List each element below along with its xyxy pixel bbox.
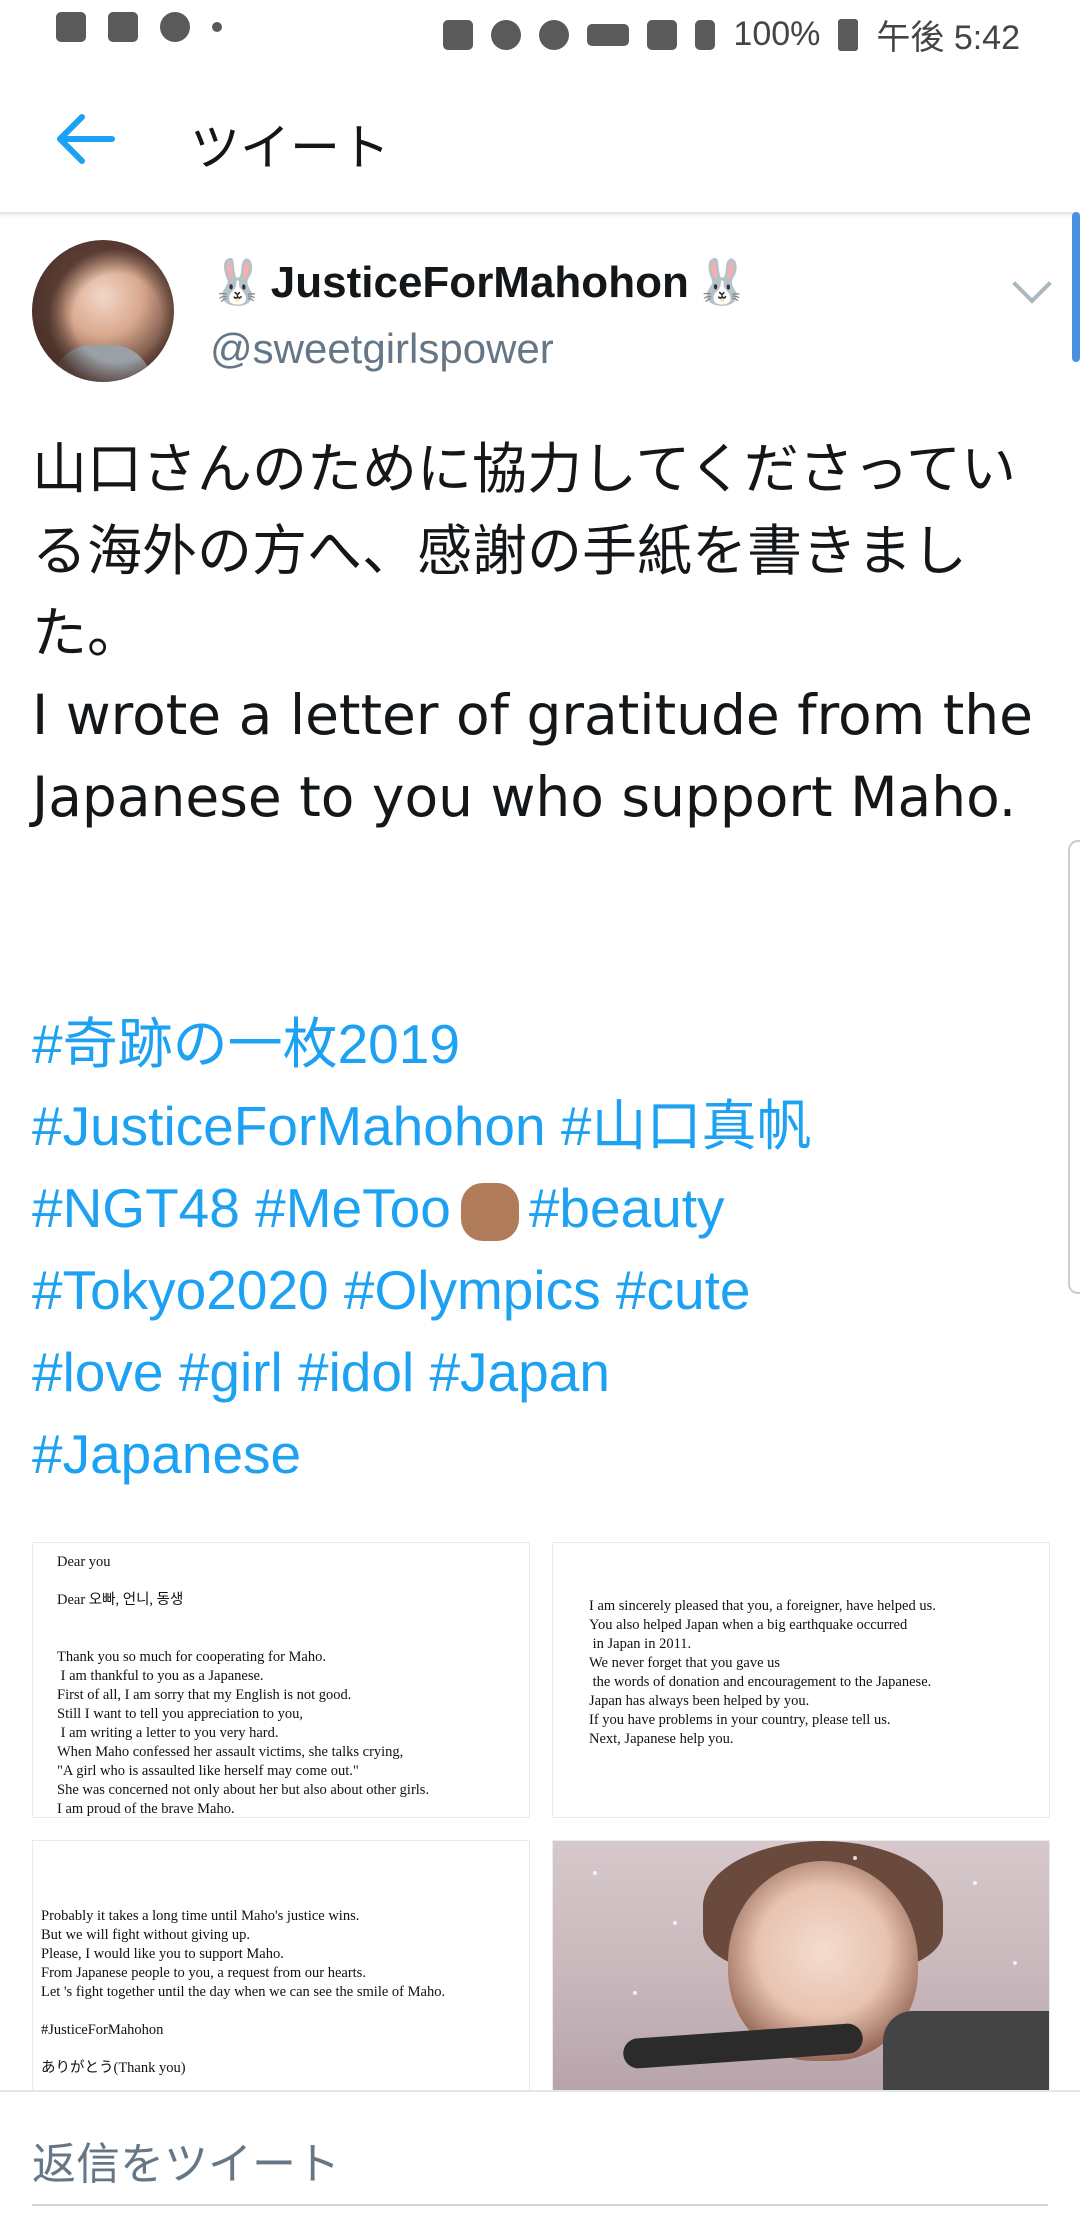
status-left-icons <box>56 12 222 42</box>
tweet-text: 山口さんのために協力してくださっている海外の方へ、感謝の手紙を書きました。 I … <box>32 428 1052 838</box>
dot-icon <box>212 22 222 32</box>
location-icon <box>491 19 522 50</box>
tweet-image-letter-2[interactable]: I am sincerely pleased that you, a forei… <box>552 1542 1050 1818</box>
recycle-icon <box>443 19 474 50</box>
snow-flake <box>973 1881 977 1885</box>
letter-text: Dear you Dear 오빠, 언니, 동생 Thank you so mu… <box>57 1554 430 1817</box>
photo-jacket <box>883 2011 1049 2091</box>
letter-text: Probably it takes a long time until Maho… <box>41 1908 446 2076</box>
raised-hands-icon <box>460 1183 519 1242</box>
reply-bar: 返信をツイート <box>0 2090 1080 2222</box>
snow-flake <box>633 1991 637 1995</box>
rabbit-icon: 🐰 <box>694 257 750 308</box>
battery-icon <box>838 18 859 51</box>
tweet-image-letter-3[interactable]: Probably it takes a long time until Maho… <box>32 1840 530 2092</box>
clock: 午後 5:42 <box>876 19 1020 57</box>
wifi-icon <box>647 19 678 50</box>
author-name-row[interactable]: 🐰 JusticeForMahohon 🐰 <box>210 258 750 308</box>
hashtags: #奇跡の一枚2019 #JusticeForMahohon #山口真帆 #NGT… <box>32 1003 1052 1495</box>
reply-underline <box>32 2204 1048 2206</box>
broom-icon <box>56 12 86 42</box>
rabbit-icon: 🐰 <box>210 257 265 308</box>
hashtag-line[interactable]: #Tokyo2020 #Olympics #cute <box>32 1249 1052 1331</box>
scrollbar[interactable] <box>1072 212 1080 362</box>
photo-microphone <box>622 2022 864 2070</box>
letter-text: I am sincerely pleased that you, a forei… <box>589 1598 936 1747</box>
status-right-icons: 100% 午後 5:42 <box>443 10 1020 59</box>
battery-percent: 100% <box>733 15 821 53</box>
back-arrow-icon <box>57 114 115 164</box>
back-button[interactable] <box>50 104 120 174</box>
hashtag-ngt-metoo[interactable]: #NGT48 #MeToo <box>32 1177 451 1239</box>
snow-flake <box>1013 1961 1017 1965</box>
status-bar: 100% 午後 5:42 <box>0 0 1080 62</box>
reply-input[interactable]: 返信をツイート <box>32 2128 340 2192</box>
app-header: ツイート <box>0 62 1080 214</box>
snow-flake <box>853 1856 857 1860</box>
hashtag-line[interactable]: #love #girl #idol #Japan <box>32 1331 1052 1413</box>
avatar[interactable] <box>32 240 174 382</box>
snow-flake <box>673 1921 677 1925</box>
hashtag-line[interactable]: #Japanese <box>32 1413 1052 1495</box>
avatar-hair <box>32 240 174 382</box>
volte-icon <box>587 23 630 46</box>
hashtag-beauty[interactable]: #beauty <box>529 1177 725 1239</box>
snow-flake <box>593 1871 597 1875</box>
hashtag-line[interactable]: #NGT48 #MeToo #beauty <box>32 1167 1052 1249</box>
edge-panel-handle[interactable] <box>1068 840 1080 1294</box>
page-title: ツイート <box>190 119 390 177</box>
tweet-image-letter-1[interactable]: Dear you Dear 오빠, 언니, 동생 Thank you so mu… <box>32 1542 530 1818</box>
alarm-icon <box>539 19 570 50</box>
hashtag-line[interactable]: #奇跡の一枚2019 <box>32 1003 1052 1085</box>
tweet-text-en: I wrote a letter of gratitude from the J… <box>32 683 1051 829</box>
display-name: JusticeForMahohon <box>270 258 689 307</box>
user-handle[interactable]: @sweetgirlspower <box>210 325 554 373</box>
tweet-text-jp: 山口さんのために協力してくださっている海外の方へ、感謝の手紙を書きました。 <box>32 437 1016 665</box>
signal-icon <box>695 19 716 50</box>
shield-icon <box>108 12 138 42</box>
hashtag-line[interactable]: #JusticeForMahohon #山口真帆 <box>32 1085 1052 1167</box>
wifi-call-icon <box>160 12 190 42</box>
tweet-image-photo[interactable] <box>552 1840 1050 2092</box>
chevron-down-icon[interactable] <box>1012 264 1052 304</box>
